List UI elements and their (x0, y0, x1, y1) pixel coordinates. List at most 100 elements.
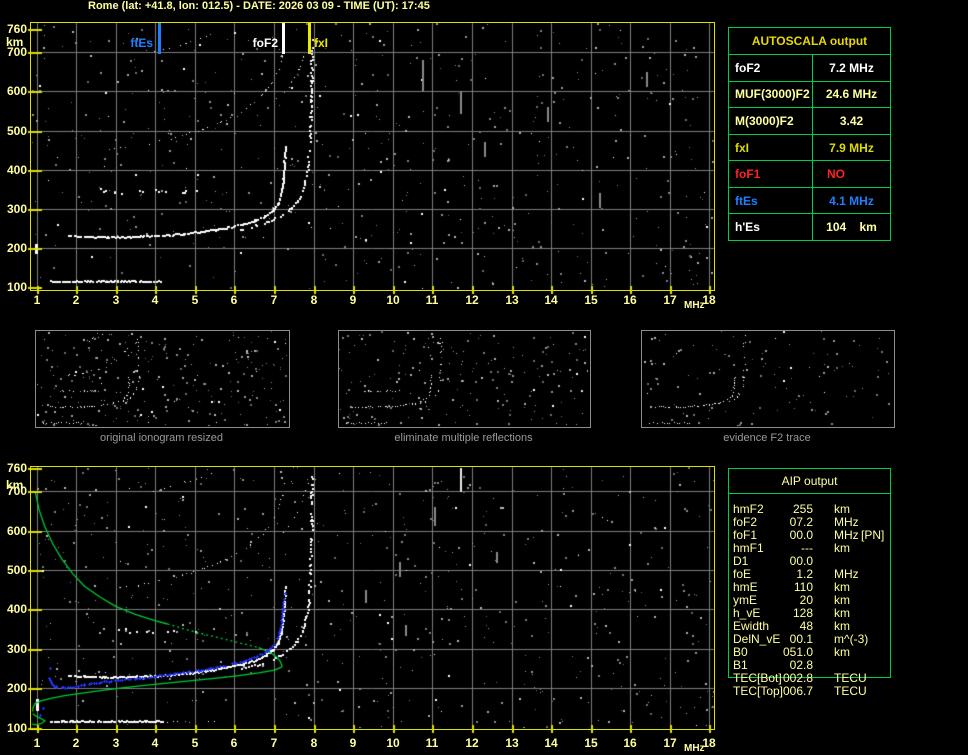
autoscala-value-h'Es: 104 km (826, 220, 877, 235)
marker-line-ftEs (158, 23, 161, 54)
x-tick-label-0-16: 16 (623, 293, 637, 307)
marker-label-ftEs: ftEs (130, 36, 153, 50)
autoscala-value-MUF(3000)F2: 24.6 MHz (825, 87, 878, 102)
aip-header: AIP output (728, 468, 891, 494)
thumbnail-caption-1: eliminate multiple reflections (394, 432, 533, 444)
x-tick-label-0-7: 7 (270, 293, 278, 307)
x-tick-label-1-11: 11 (425, 736, 439, 750)
autoscala-label-h'Es: h'Es (729, 214, 813, 241)
x-tick-label-1-3: 3 (112, 736, 120, 750)
autoscala-value-foF1: NO (827, 167, 845, 182)
marker-label-foF2: foF2 (252, 36, 278, 50)
x-tick-label-1-9: 9 (349, 736, 357, 750)
autoscala-value-fxI: 7.9 MHz (829, 140, 874, 155)
autoscala-row-foF1: foF1 NO (729, 161, 890, 188)
thumbnail-frame-0 (35, 330, 290, 428)
thumbnail-frame-1 (338, 330, 591, 428)
marker-line-foF2 (282, 23, 285, 54)
x-tick-label-0-15: 15 (584, 293, 598, 307)
y-tick-label-1-600: 600 (6, 524, 27, 538)
x-tick-label-1-16: 16 (623, 736, 637, 750)
autoscala-value-M(3000)F2: 3.42 (839, 113, 864, 128)
autoscala-label-MUF(3000)F2: MUF(3000)F2 (729, 81, 813, 108)
autoscala-panel: AUTOSCALA output foF2 7.2 MHz MUF(3000)F2 2… (728, 27, 891, 241)
x-tick-label-1-4: 4 (151, 736, 159, 750)
x-tick-label-0-11: 11 (425, 293, 439, 307)
x-tick-label-0-6: 6 (230, 293, 238, 307)
station-title: Rome (lat: +41.8, lon: 012.5) - DATE: 20… (88, 0, 430, 12)
x-tick-label-0-2: 2 (72, 293, 80, 307)
top-ionogram-frame (30, 22, 715, 291)
x-tick-label-1-8: 8 (310, 736, 318, 750)
autoscala-label-foF1: foF1 (729, 161, 813, 187)
autoscala-value-ftEs: 4.1 MHz (829, 193, 874, 208)
x-axis-unit-1: MHz (684, 743, 705, 754)
y-tick-label-1-400: 400 (6, 602, 27, 616)
bottom-ionogram-frame (30, 466, 715, 730)
x-tick-label-0-9: 9 (349, 293, 357, 307)
autoscala-label-fxI: fxI (729, 134, 813, 161)
autoscala-row-MUF(3000)F2: MUF(3000)F2 24.6 MHz (729, 81, 890, 109)
autoscala-label-foF2: foF2 (729, 55, 813, 81)
x-tick-label-1-5: 5 (191, 736, 199, 750)
y-tick-label-1-760: 760 (6, 461, 27, 475)
thumbnail-frame-2 (641, 330, 895, 428)
x-tick-label-1-10: 10 (386, 736, 400, 750)
x-tick-label-1-1: 1 (33, 736, 41, 750)
x-tick-label-0-5: 5 (191, 293, 199, 307)
autoscala-screen: Rome (lat: +41.8, lon: 012.5) - DATE: 20… (0, 0, 968, 755)
x-tick-label-1-15: 15 (584, 736, 598, 750)
autoscala-row-h'Es: h'Es 104 km (729, 214, 890, 241)
x-tick-label-0-3: 3 (112, 293, 120, 307)
x-tick-label-0-17: 17 (663, 293, 677, 307)
thumbnail-caption-0: original ionogram resized (100, 432, 223, 444)
aip-u-B0: km (834, 645, 850, 659)
y-tick-label-0-400: 400 (6, 163, 27, 177)
aip-u-hmF1: km (834, 541, 850, 555)
marker-label-fxI: fxI (314, 36, 329, 50)
y-tick-label-0-760: 760 (6, 22, 27, 36)
x-tick-label-0-12: 12 (465, 293, 479, 307)
x-tick-label-1-14: 14 (544, 736, 558, 750)
x-tick-label-0-14: 14 (544, 293, 558, 307)
y-tick-label-0-300: 300 (6, 202, 27, 216)
y-tick-label-1-200: 200 (6, 681, 27, 695)
y-axis-unit-1: km (6, 478, 24, 492)
y-tick-label-0-200: 200 (6, 241, 27, 255)
x-tick-label-1-17: 17 (663, 736, 677, 750)
x-tick-label-0-8: 8 (310, 293, 318, 307)
autoscala-rows: foF2 7.2 MHz MUF(3000)F2 24.6 MHz M(3000)F2 3… (729, 55, 890, 241)
y-tick-label-1-500: 500 (6, 563, 27, 577)
autoscala-row-ftEs: ftEs 4.1 MHz (729, 187, 890, 215)
x-tick-label-0-1: 1 (33, 293, 41, 307)
autoscala-label-M(3000)F2: M(3000)F2 (729, 108, 813, 134)
x-tick-label-1-12: 12 (465, 736, 479, 750)
y-tick-label-0-100: 100 (6, 280, 27, 294)
autoscala-header: AUTOSCALA output (729, 28, 890, 55)
x-tick-label-0-10: 10 (386, 293, 400, 307)
marker-line-fxI (308, 23, 311, 54)
autoscala-row-fxI: fxI 7.9 MHz (729, 134, 890, 162)
aip-row-hmF1: hmF1 --- km (733, 542, 963, 555)
aip-u-TEC[Top]: TECU (834, 684, 867, 698)
autoscala-row-M(3000)F2: M(3000)F2 3.42 (729, 108, 890, 135)
autoscala-value-foF2: 7.2 MHz (829, 60, 874, 75)
aip-v-TEC[Top]: 006.7 (782, 684, 813, 698)
y-axis-unit-0: km (6, 35, 24, 49)
x-tick-label-0-13: 13 (505, 293, 519, 307)
autoscala-label-ftEs: ftEs (729, 187, 813, 214)
aip-row-TEC[Top]: TEC[Top] 006.7 TECU (733, 685, 963, 698)
x-axis-unit-0: MHz (684, 300, 705, 311)
aip-e-foF1: [PN] (861, 528, 885, 542)
y-tick-label-1-300: 300 (6, 642, 27, 656)
y-tick-label-0-600: 600 (6, 84, 27, 98)
thumbnail-caption-2: evidence F2 trace (723, 432, 811, 444)
x-tick-label-0-4: 4 (151, 293, 159, 307)
aip-l-TEC[Top]: TEC[Top] (733, 684, 784, 698)
x-tick-label-1-6: 6 (230, 736, 238, 750)
autoscala-row-foF2: foF2 7.2 MHz (729, 55, 890, 82)
y-tick-label-1-100: 100 (6, 721, 27, 735)
x-tick-label-1-7: 7 (270, 736, 278, 750)
x-tick-label-1-13: 13 (505, 736, 519, 750)
x-tick-label-1-2: 2 (72, 736, 80, 750)
